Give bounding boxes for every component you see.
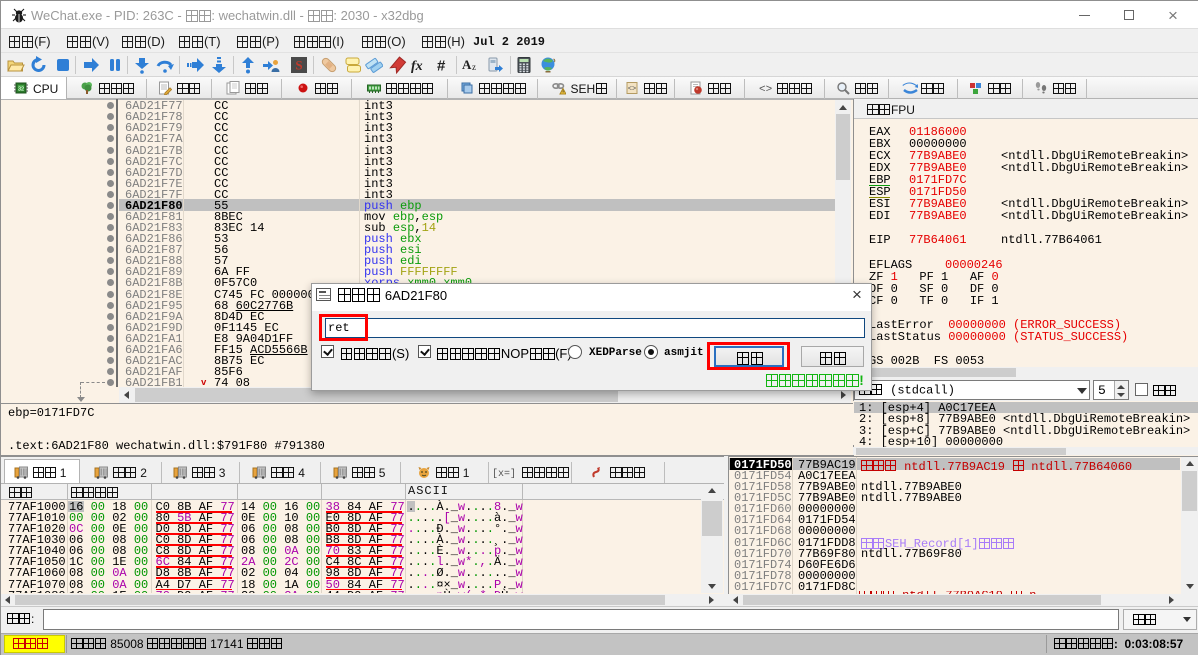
svg-text:32: 32 [18, 87, 24, 93]
svg-text:[x=]: [x=] [492, 468, 516, 479]
svg-text:z: z [472, 62, 476, 72]
svg-text:S: S [295, 58, 302, 73]
svg-text:fx: fx [411, 59, 423, 74]
svg-text:#: # [437, 58, 446, 75]
svg-text:<>: <> [627, 86, 635, 94]
svg-text:A: A [462, 57, 472, 72]
svg-text:<>: <> [759, 84, 772, 95]
